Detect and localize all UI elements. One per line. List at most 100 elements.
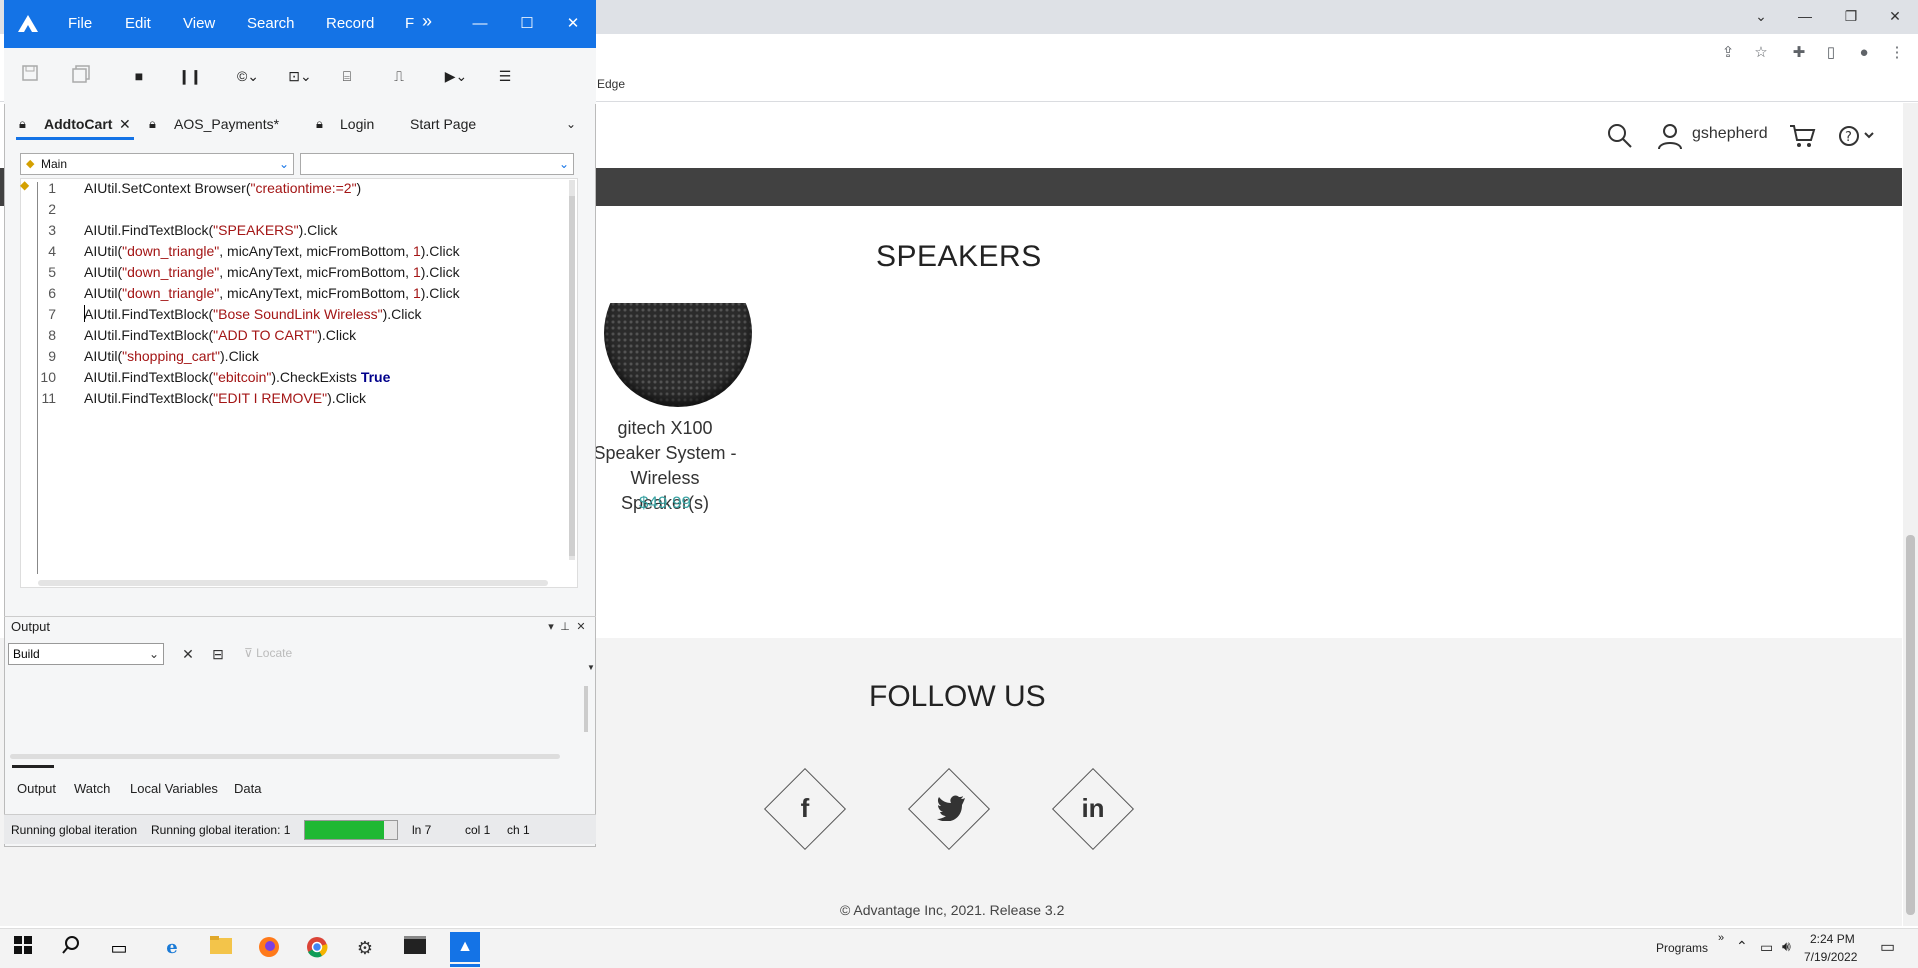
- tab-lock-icon: 🔒︎: [316, 116, 323, 131]
- menu-file[interactable]: File: [68, 15, 92, 32]
- extensions-icon[interactable]: ✚: [1788, 42, 1810, 64]
- code-text: AIUtil.FindTextBlock(: [84, 369, 214, 385]
- user-name[interactable]: gshepherd: [1692, 125, 1768, 143]
- bottom-tab-data[interactable]: Data: [234, 781, 261, 796]
- clock-time[interactable]: 2:24 PM: [1810, 932, 1855, 946]
- settings-icon[interactable]: ⚙: [352, 935, 378, 961]
- sidebar-icon[interactable]: ▯: [1820, 42, 1842, 64]
- output-scroll-arrow-icon[interactable]: ▼: [584, 658, 598, 678]
- menu-truncated[interactable]: F: [405, 15, 414, 32]
- share-icon[interactable]: ⇪: [1717, 42, 1739, 64]
- tab-login[interactable]: Login: [340, 108, 374, 140]
- spy-icon[interactable]: ⎍: [386, 65, 412, 87]
- search-icon[interactable]: [1606, 122, 1634, 155]
- code-line[interactable]: 3 AIUtil.FindTextBlock("SPEAKERS").Click: [40, 220, 337, 241]
- word-wrap-icon[interactable]: ⊟: [208, 643, 228, 665]
- list-icon[interactable]: ☰: [492, 65, 518, 87]
- page-scrollbar-thumb[interactable]: [1906, 535, 1915, 915]
- programs-toolbar[interactable]: Programs: [1656, 941, 1708, 955]
- menu-icon[interactable]: ⋮: [1886, 42, 1908, 64]
- editor-vertical-scrollbar-thumb[interactable]: [569, 196, 575, 556]
- code-line[interactable]: 4 AIUtil("down_triangle", micAnyText, mic…: [40, 241, 459, 262]
- bookmark-edge[interactable]: Edge: [597, 77, 625, 91]
- firefox-icon[interactable]: [256, 935, 282, 961]
- code-line[interactable]: 9 AIUtil("shopping_cart").Click: [40, 346, 259, 367]
- panel-close-icon[interactable]: ✕: [574, 617, 588, 637]
- clock-date[interactable]: 7/19/2022: [1804, 950, 1857, 964]
- code-line[interactable]: 8 AIUtil.FindTextBlock("ADD TO CART").Cli…: [40, 325, 356, 346]
- pause-icon[interactable]: ❙❙: [177, 65, 203, 87]
- tab-close-icon[interactable]: ✕: [119, 108, 131, 140]
- run-step-icon[interactable]: ▶⌄: [440, 65, 472, 87]
- tab-addtocart[interactable]: AddtoCart: [44, 108, 112, 140]
- facebook-icon[interactable]: f: [775, 788, 835, 828]
- chevron-down-icon[interactable]: ⌄: [276, 153, 292, 175]
- pin-icon[interactable]: ⊥: [558, 617, 572, 637]
- tray-overflow-icon[interactable]: ⌃: [1736, 938, 1748, 955]
- tab-start-page[interactable]: Start Page: [410, 108, 476, 140]
- output-text-area[interactable]: [8, 670, 592, 758]
- menu-edit[interactable]: Edit: [125, 15, 151, 32]
- browser-tab-list-button[interactable]: ⌄: [1747, 4, 1775, 28]
- save-icon[interactable]: [17, 65, 43, 87]
- save-all-icon[interactable]: [68, 65, 94, 87]
- terminal-icon[interactable]: [402, 935, 428, 961]
- task-view-icon[interactable]: ▭: [106, 935, 132, 961]
- record-mode-icon[interactable]: ©⌄: [232, 65, 264, 87]
- internet-explorer-icon[interactable]: e: [159, 935, 185, 961]
- browser-restore-button[interactable]: ❐: [1837, 4, 1865, 28]
- code-line[interactable]: 5 AIUtil("down_triangle", micAnyText, mic…: [40, 262, 459, 283]
- cart-icon[interactable]: [1788, 122, 1816, 155]
- recorder-app-icon[interactable]: ▲: [450, 932, 480, 962]
- code-line[interactable]: 1 AIUtil.SetContext Browser("creationtime…: [40, 178, 361, 199]
- code-line[interactable]: 6 AIUtil("down_triangle", micAnyText, mic…: [40, 283, 459, 304]
- menu-search[interactable]: Search: [247, 15, 295, 32]
- bottom-tab-watch[interactable]: Watch: [74, 781, 110, 796]
- code-line[interactable]: 11 AIUtil.FindTextBlock("EDIT I REMOVE").…: [40, 388, 366, 409]
- app-close-button[interactable]: ✕: [562, 13, 584, 35]
- product-image[interactable]: [604, 303, 752, 408]
- user-icon[interactable]: [1657, 122, 1683, 155]
- volume-icon[interactable]: 🔊︎: [1782, 938, 1791, 955]
- bottom-tab-local-variables[interactable]: Local Variables: [130, 781, 218, 796]
- object-repository-icon[interactable]: ⌸: [334, 65, 360, 87]
- browser-minimize-button[interactable]: —: [1791, 4, 1819, 28]
- stop-icon[interactable]: ■: [126, 65, 152, 87]
- output-vertical-scrollbar[interactable]: [584, 686, 588, 732]
- tab-aos-payments[interactable]: AOS_Payments*: [174, 108, 279, 140]
- code-line[interactable]: 2: [40, 199, 84, 220]
- panel-menu-icon[interactable]: ▾: [544, 617, 558, 637]
- locate-button[interactable]: ⊽ Locate: [244, 646, 292, 660]
- chevron-down-icon[interactable]: ⌄: [556, 153, 572, 175]
- file-explorer-icon[interactable]: [208, 935, 234, 961]
- code-line[interactable]: 10 AIUtil.FindTextBlock("ebitcoin").Check…: [40, 367, 390, 388]
- help-icon[interactable]: ?: [1838, 124, 1878, 153]
- network-icon[interactable]: ▭: [1760, 939, 1773, 956]
- chrome-icon[interactable]: [304, 935, 330, 961]
- scope-selector[interactable]: Main: [20, 153, 294, 175]
- menu-view[interactable]: View: [183, 15, 215, 32]
- clear-output-icon[interactable]: ✕: [178, 643, 198, 665]
- linkedin-icon[interactable]: in: [1063, 788, 1123, 828]
- output-horizontal-scrollbar[interactable]: [10, 754, 560, 759]
- chevron-down-icon[interactable]: ⌄: [146, 643, 162, 665]
- editor-horizontal-scrollbar[interactable]: [38, 580, 548, 586]
- bottom-tab-output[interactable]: Output: [17, 781, 56, 796]
- ai-identify-icon[interactable]: ⊡⌄: [284, 65, 316, 87]
- browser-close-button[interactable]: ✕: [1881, 4, 1909, 28]
- app-minimize-button[interactable]: —: [469, 13, 491, 35]
- menu-record[interactable]: Record: [326, 15, 374, 32]
- code-line[interactable]: 7 AIUtil.FindTextBlock("Bose SoundLink Wi…: [40, 304, 421, 325]
- function-selector[interactable]: [300, 153, 574, 175]
- profile-icon[interactable]: ●: [1853, 42, 1875, 64]
- tab-list-chevron-icon[interactable]: ⌄: [566, 108, 576, 140]
- star-icon[interactable]: ☆: [1750, 42, 1772, 64]
- app-maximize-button[interactable]: ☐: [516, 13, 538, 35]
- notification-icon[interactable]: ▭: [1880, 937, 1895, 957]
- programs-chevron[interactable]: »: [1718, 932, 1724, 944]
- search-taskbar-icon[interactable]: [58, 935, 84, 961]
- output-source-selector[interactable]: Build: [8, 643, 164, 665]
- menu-overflow-icon[interactable]: »: [422, 11, 432, 32]
- twitter-icon[interactable]: [936, 795, 966, 826]
- windows-start-icon[interactable]: [10, 935, 36, 961]
